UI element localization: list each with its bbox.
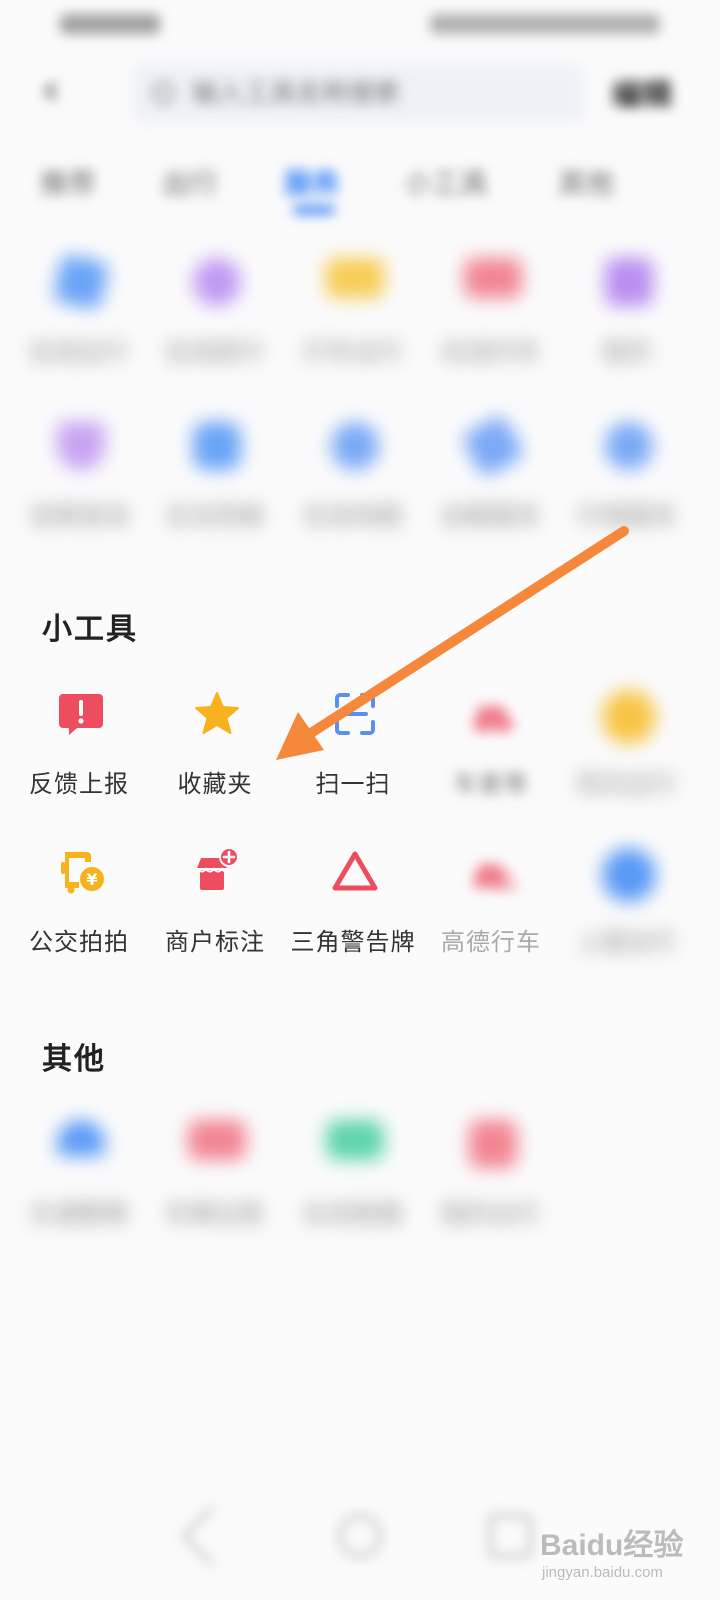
service-item[interactable]: 互动贡献 [150, 422, 280, 542]
bus-photo-label: 公交拍拍 [29, 928, 129, 956]
header: ‹ 编辑 [0, 56, 720, 136]
service-label: 在线出行 [29, 338, 129, 366]
baidu-jingyan-watermark: Baidu经验 jingyan.baidu.com [540, 1520, 710, 1590]
sun-icon [602, 690, 656, 744]
status-bar [0, 0, 720, 48]
report-tool-label: 上报出行 [577, 928, 677, 956]
nav-home-button[interactable] [338, 1514, 382, 1558]
scan-icon [335, 693, 375, 735]
star-icon [195, 692, 239, 734]
signal-indicators [60, 14, 160, 34]
feedback-alert-icon [59, 694, 103, 735]
scan-label: 扫一扫 [315, 770, 391, 798]
search-input[interactable] [192, 78, 552, 109]
service-icon [605, 422, 653, 470]
police-cap-icon [57, 1120, 105, 1156]
service-item[interactable]: 在线旅行 [150, 258, 280, 378]
watermark-url: jingyan.baidu.com [542, 1564, 663, 1581]
tab-service[interactable]: 服务 [284, 162, 340, 202]
search-icon [152, 82, 174, 104]
service-label: 在线约车 [441, 338, 541, 366]
amap-driving-button[interactable]: 高德行车 [426, 848, 556, 968]
sun-tool-button[interactable]: 阳光出行 [562, 690, 692, 810]
report-tool-button[interactable]: 上报出行 [562, 848, 692, 968]
service-item[interactable]: 行程服务 [562, 422, 692, 542]
other-label: 我的出行 [441, 1200, 541, 1228]
other-item[interactable]: 我的出行 [426, 1120, 556, 1240]
circle-icon [602, 848, 656, 902]
service-label: 互动贡献 [165, 502, 265, 530]
square-icon [469, 1120, 517, 1168]
favorites-button[interactable]: 收藏夹 [150, 690, 280, 810]
service-item[interactable]: 我的 [562, 258, 692, 378]
sun-tool-label: 阳光出行 [577, 770, 677, 798]
service-icon [605, 258, 653, 306]
other-label: 在线客服 [303, 1200, 403, 1228]
service-label: 在线旅行 [165, 338, 265, 366]
other-label: 交通警察 [29, 1200, 129, 1228]
service-icon [193, 422, 241, 470]
back-arrow-icon[interactable]: ‹ [42, 68, 82, 112]
service-icon [52, 253, 110, 311]
watermark-brand: Baidu经验 [540, 1529, 684, 1562]
edit-button[interactable]: 编辑 [612, 70, 672, 114]
bus-yuan-icon: ¥ [61, 852, 104, 894]
search-box[interactable] [132, 64, 584, 122]
car-bag-icon [188, 1120, 246, 1160]
car-tool-button[interactable]: 车差等 [426, 690, 556, 810]
tools-section-title: 小工具 [42, 612, 138, 647]
service-label: 在线地图 [303, 502, 403, 530]
phone-icon [326, 1120, 384, 1160]
service-label: 违章查询 [29, 502, 129, 530]
merchant-mark-label: 商户标注 [165, 928, 265, 956]
nav-recents-button[interactable] [488, 1514, 532, 1558]
other-item[interactable]: 交通警察 [14, 1120, 144, 1240]
service-label: 行程服务 [577, 502, 677, 530]
other-item[interactable]: 车辆出售 [150, 1120, 280, 1240]
tab-other[interactable]: 其他 [558, 162, 614, 202]
bus-photo-button[interactable]: ¥ 公交拍拍 [14, 848, 144, 968]
car-tool-label: 车差等 [453, 770, 529, 798]
car-warning-icon [473, 864, 517, 890]
service-item[interactable]: 在线地图 [288, 422, 418, 542]
service-item[interactable]: 在线约车 [426, 258, 556, 378]
feedback-report-button[interactable]: 反馈上报 [14, 690, 144, 810]
svg-text:¥: ¥ [86, 870, 97, 889]
service-item[interactable]: 打车出行 [288, 258, 418, 378]
service-icon [57, 422, 105, 470]
service-item[interactable]: 违章查询 [14, 422, 144, 542]
service-icon [464, 258, 522, 298]
warning-triangle-button[interactable]: 三角警告牌 [288, 848, 418, 968]
tab-recommend[interactable]: 推荐 [40, 162, 96, 202]
service-label: 加载服务 [441, 502, 541, 530]
status-indicators [430, 14, 660, 34]
warning-triangle-icon [332, 851, 378, 891]
shop-plus-icon [197, 848, 239, 890]
merchant-mark-button[interactable]: 商户标注 [150, 848, 280, 968]
warning-triangle-label: 三角警告牌 [290, 928, 416, 956]
service-icon [193, 258, 241, 306]
tab-tools[interactable]: 小工具 [404, 162, 488, 202]
service-icon [331, 422, 379, 470]
service-icon [326, 258, 384, 298]
active-tab-indicator [293, 206, 335, 214]
category-tabs: 推荐 出行 服务 小工具 其他 [0, 156, 720, 226]
other-section-title: 其他 [42, 1042, 106, 1077]
tab-travel[interactable]: 出行 [162, 162, 218, 202]
service-item[interactable]: 加载服务 [426, 413, 556, 542]
nav-back-button[interactable] [180, 1504, 244, 1568]
service-label: 我的 [602, 338, 652, 366]
car-icon [473, 706, 513, 734]
other-label: 车辆出售 [165, 1200, 265, 1228]
service-label: 打车出行 [303, 338, 403, 366]
feedback-report-label: 反馈上报 [29, 770, 129, 798]
service-item[interactable]: 在线出行 [14, 253, 144, 378]
favorites-label: 收藏夹 [177, 770, 253, 798]
scan-button[interactable]: 扫一扫 [288, 690, 418, 810]
other-item[interactable]: 在线客服 [288, 1120, 418, 1240]
amap-driving-label: 高德行车 [441, 928, 541, 956]
service-icon [460, 413, 526, 479]
